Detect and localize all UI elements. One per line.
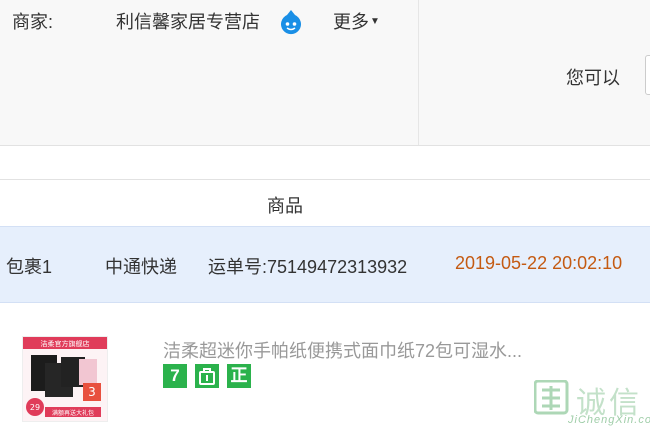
vertical-divider (418, 0, 419, 145)
product-title-link[interactable]: 洁柔超迷你手帕纸便携式面巾纸72包可湿水... (163, 337, 522, 363)
image-banner-text: 洁柔官方旗舰店 (41, 339, 90, 348)
action-button[interactable] (645, 55, 650, 95)
image-price-text: 29 (30, 403, 40, 412)
chat-icon[interactable] (278, 9, 304, 35)
column-product-header: 商品 (267, 196, 303, 216)
package-time: 2019-05-22 20:02:10 (455, 253, 623, 273)
image-footer-text: 满额再送大礼包 (52, 409, 94, 417)
seven-day-return-badge: 7 (163, 364, 187, 388)
package-bar: 包裹1 中通快递 运单号:75149472313932 2019-05-22 2… (0, 226, 650, 303)
product-image[interactable]: 洁柔官方旗舰店 3 29 满额再送大礼包 (22, 336, 108, 422)
watermark-en: JiChengXin.com (568, 414, 650, 426)
watermark-logo: 诚信 JiChengXin.com (530, 378, 650, 428)
merchant-name[interactable]: 利信馨家居专营店 (116, 8, 260, 34)
divider (0, 145, 650, 146)
more-link[interactable]: 更多▼ (333, 8, 380, 34)
table-header: 商品 (0, 180, 650, 225)
tracking-label: 运单号: (208, 257, 268, 277)
tracking-number: 75149472313932 (267, 257, 408, 277)
merchant-label: 商家: (12, 12, 54, 32)
actions-hint: 您可以 (566, 68, 620, 88)
image-count-text: 3 (88, 385, 96, 399)
authentic-badge: 正 (227, 364, 251, 388)
more-link-label: 更多 (333, 12, 369, 32)
caret-down-icon: ▼ (370, 16, 380, 27)
tracking-info: 运单号:75149472313932 (208, 253, 407, 279)
merchant-panel: 商家: 利信馨家居专营店 更多▼ 您可以 (0, 0, 650, 145)
carrier-name: 中通快递 (105, 257, 177, 277)
guarantee-bag-icon (195, 364, 219, 388)
package-name: 包裹1 (6, 257, 53, 277)
